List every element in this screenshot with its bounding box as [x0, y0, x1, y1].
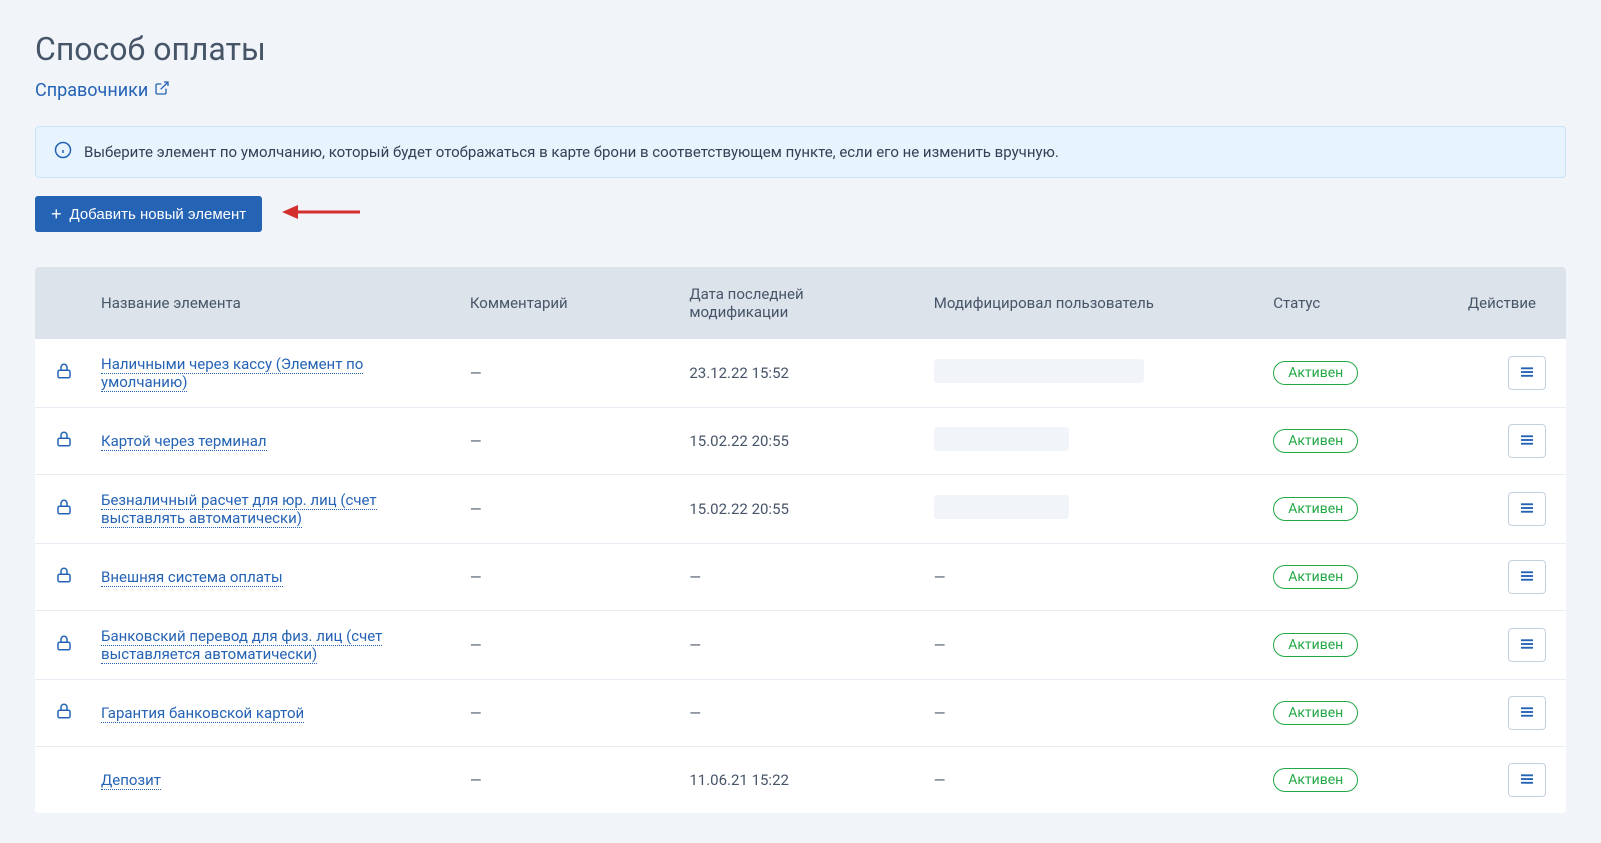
table-row: Безналичный расчет для юр. лиц (счет выс…	[35, 475, 1566, 544]
user-cell	[920, 475, 1259, 544]
element-name-link[interactable]: Внешняя система оплаты	[101, 568, 283, 587]
info-banner-text: Выберите элемент по умолчанию, который б…	[84, 143, 1059, 161]
date-cell: —	[675, 544, 919, 611]
row-actions-button[interactable]	[1508, 696, 1546, 730]
payment-methods-table: Название элемента Комментарий Дата после…	[35, 267, 1566, 813]
external-link-icon	[154, 80, 170, 101]
user-cell: —	[920, 611, 1259, 680]
redacted-user	[934, 495, 1069, 519]
status-badge: Активен	[1273, 768, 1358, 792]
info-icon	[54, 141, 72, 163]
table-row: Картой через терминал —15.02.22 20:55 Акти…	[35, 408, 1566, 475]
element-name-link[interactable]: Безналичный расчет для юр. лиц (счет выс…	[101, 491, 377, 528]
menu-icon	[1518, 431, 1536, 452]
row-actions-button[interactable]	[1508, 356, 1546, 390]
comment-cell: —	[456, 475, 676, 544]
element-name-link[interactable]: Наличными через кассу (Элемент по умолча…	[101, 355, 363, 392]
menu-icon	[1518, 770, 1536, 791]
comment-cell: —	[456, 544, 676, 611]
row-actions-button[interactable]	[1508, 424, 1546, 458]
element-name-link[interactable]: Банковский перевод для физ. лиц (счет вы…	[101, 627, 382, 664]
table-row: Банковский перевод для физ. лиц (счет вы…	[35, 611, 1566, 680]
element-name-link[interactable]: Депозит	[101, 771, 161, 790]
row-actions-button[interactable]	[1508, 628, 1546, 662]
column-header-status: Статус	[1259, 267, 1454, 339]
menu-icon	[1518, 635, 1536, 656]
date-cell: —	[675, 611, 919, 680]
lock-icon	[55, 502, 73, 520]
status-badge: Активен	[1273, 497, 1358, 521]
table-row: Внешняя система оплаты———Активен	[35, 544, 1566, 611]
menu-icon	[1518, 499, 1536, 520]
status-badge: Активен	[1273, 429, 1358, 453]
breadcrumb-link[interactable]: Справочники	[35, 80, 148, 101]
row-actions-button[interactable]	[1508, 492, 1546, 526]
info-banner: Выберите элемент по умолчанию, который б…	[35, 126, 1566, 178]
arrow-annotation-icon	[282, 200, 362, 228]
date-cell: —	[675, 680, 919, 747]
lock-icon	[55, 366, 73, 384]
add-button-label: Добавить новый элемент	[70, 206, 247, 223]
status-badge: Активен	[1273, 633, 1358, 657]
column-header-date: Дата последней модификации	[675, 267, 919, 339]
row-actions-button[interactable]	[1508, 763, 1546, 797]
user-cell: —	[920, 544, 1259, 611]
table-row: Гарантия банковской картой———Активен	[35, 680, 1566, 747]
element-name-link[interactable]: Гарантия банковской картой	[101, 704, 304, 723]
plus-icon: +	[51, 205, 62, 223]
user-cell	[920, 339, 1259, 408]
comment-cell: —	[456, 747, 676, 814]
lock-icon	[55, 638, 73, 656]
lock-icon	[55, 434, 73, 452]
page-title: Способ оплаты	[35, 30, 1566, 68]
user-cell: —	[920, 747, 1259, 814]
menu-icon	[1518, 567, 1536, 588]
user-cell	[920, 408, 1259, 475]
status-badge: Активен	[1273, 361, 1358, 385]
date-cell: 11.06.21 15:22	[675, 747, 919, 814]
comment-cell: —	[456, 408, 676, 475]
column-header-name: Название элемента	[87, 267, 456, 339]
user-cell: —	[920, 680, 1259, 747]
status-badge: Активен	[1273, 565, 1358, 589]
date-cell: 15.02.22 20:55	[675, 475, 919, 544]
status-badge: Активен	[1273, 701, 1358, 725]
menu-icon	[1518, 363, 1536, 384]
column-header-action: Действие	[1454, 267, 1566, 339]
table-row: Наличными через кассу (Элемент по умолча…	[35, 339, 1566, 408]
date-cell: 23.12.22 15:52	[675, 339, 919, 408]
breadcrumb: Справочники	[35, 80, 170, 101]
redacted-user	[934, 427, 1069, 451]
menu-icon	[1518, 703, 1536, 724]
date-cell: 15.02.22 20:55	[675, 408, 919, 475]
redacted-user	[934, 359, 1144, 383]
table-row: Депозит —11.06.21 15:22— Активен	[35, 747, 1566, 814]
comment-cell: —	[456, 680, 676, 747]
add-new-element-button[interactable]: + Добавить новый элемент	[35, 196, 262, 232]
element-name-link[interactable]: Картой через терминал	[101, 432, 267, 451]
comment-cell: —	[456, 611, 676, 680]
lock-icon	[55, 706, 73, 724]
column-header-user: Модифицировал пользователь	[920, 267, 1259, 339]
row-actions-button[interactable]	[1508, 560, 1546, 594]
comment-cell: —	[456, 339, 676, 408]
lock-icon	[55, 570, 73, 588]
column-header-comment: Комментарий	[456, 267, 676, 339]
